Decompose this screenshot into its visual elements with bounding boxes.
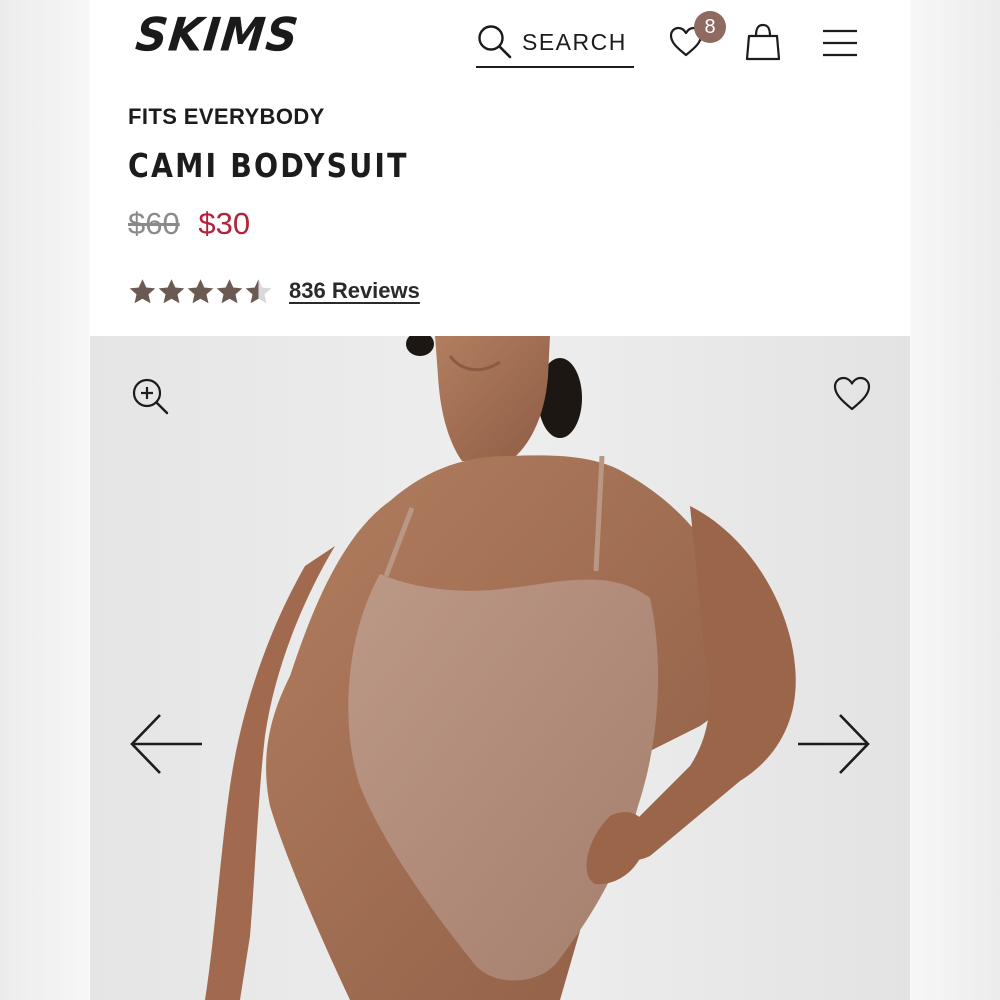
original-price: $60 xyxy=(128,206,180,241)
star-icon xyxy=(128,277,157,306)
price-block: $60 $30 xyxy=(128,206,250,242)
hamburger-menu-icon xyxy=(823,29,857,57)
heart-icon[interactable] xyxy=(832,374,872,414)
zoom-in-icon[interactable] xyxy=(130,376,170,416)
sale-price: $30 xyxy=(198,206,251,241)
rating-row: 836 Reviews xyxy=(128,274,420,308)
product-title: CAMI BODYSUIT xyxy=(128,146,409,185)
star-icon xyxy=(157,277,186,306)
product-image-gallery[interactable] xyxy=(90,336,910,1000)
site-header: SKIMS SEARCH 8 xyxy=(90,0,910,90)
reviews-link[interactable]: 836 Reviews xyxy=(289,278,420,304)
menu-button[interactable] xyxy=(821,27,859,59)
left-frame xyxy=(0,0,90,1000)
star-rating xyxy=(128,277,273,306)
right-frame xyxy=(910,0,1000,1000)
arrow-left-icon[interactable] xyxy=(128,712,204,776)
wishlist-count-badge: 8 xyxy=(694,11,726,43)
product-page: SKIMS SEARCH 8 FITS EVERYBODY CAMI BODYS… xyxy=(90,0,910,1000)
shopping-bag-button[interactable] xyxy=(745,22,781,62)
search-icon xyxy=(478,25,512,59)
arrow-right-icon[interactable] xyxy=(796,712,872,776)
skims-logo[interactable]: SKIMS xyxy=(133,9,301,63)
search-label: SEARCH xyxy=(522,28,627,55)
product-photo xyxy=(90,336,910,1000)
star-icon xyxy=(215,277,244,306)
star-icon xyxy=(186,277,215,306)
collection-label: FITS EVERYBODY xyxy=(128,104,325,129)
shopping-bag-icon xyxy=(745,23,781,61)
star-icon xyxy=(244,277,273,306)
search-bar[interactable]: SEARCH xyxy=(476,18,634,68)
